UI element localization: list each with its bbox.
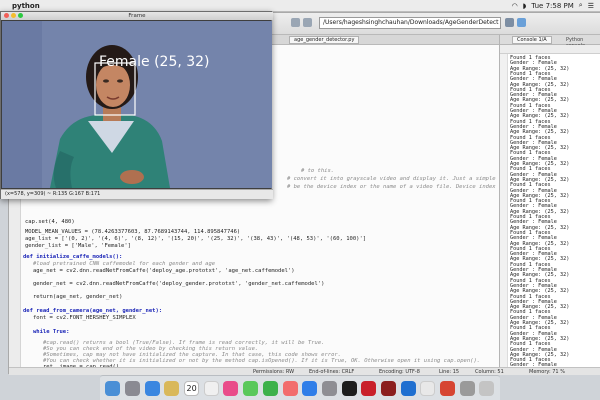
appstore-icon[interactable] (302, 380, 318, 396)
code-line: font = cv2.FONT_HERSHEY_SIMPLEX (33, 315, 136, 321)
code-line: gender_net = cv2.dnn.readNetFromCaffe('d… (33, 281, 325, 287)
code-line: #load pretrained CNN caffemodel for each… (33, 261, 216, 267)
code-line: gender_list = ['Male', 'Female'] (25, 243, 131, 249)
detection-label: Female (25, 32) (99, 54, 210, 70)
console-tabbar: Console 1/A Python console (500, 35, 600, 49)
code-line: MODEL_MEAN_VALUES = (78.4263377603, 87.7… (25, 229, 241, 235)
console-gutter (500, 54, 508, 367)
word-icon[interactable] (400, 380, 416, 396)
minimize-icon[interactable] (11, 13, 16, 18)
status-memory: Memory: 71 % (529, 369, 565, 375)
notes-icon[interactable] (164, 380, 180, 396)
code-line: return(age_net, gender_net) (33, 294, 123, 300)
zoom-icon[interactable] (18, 13, 23, 18)
frame-statusbar: (x=578, y=309) ~ R:135 G:167 B:171 (1, 189, 273, 199)
path-field[interactable]: /Users/hageshsinghchauhan/Downloads/AgeG… (319, 17, 501, 29)
folder-icon[interactable] (505, 18, 514, 27)
code-line: while True: (33, 329, 70, 335)
code-line: def read_from_camera(age_net, gender_net… (23, 308, 163, 314)
dock: 20 (100, 375, 500, 400)
up-arrow-icon[interactable] (517, 18, 526, 27)
app-icon[interactable] (361, 380, 377, 396)
clock[interactable]: Tue 7:58 PM (531, 2, 573, 10)
console-panel: Console 1/A Python console Found 1 faces… (499, 35, 600, 374)
finder-icon[interactable] (105, 380, 121, 396)
folder-icon[interactable] (459, 380, 475, 396)
messages-icon[interactable] (243, 380, 259, 396)
calendar-icon[interactable]: 20 (184, 380, 200, 396)
code-line: age_list = ['(0, 2)', '(4, 6)', '(8, 12)… (25, 236, 367, 242)
volume-icon[interactable]: ◗ (523, 2, 527, 10)
code-line: age_net = cv2.dnn.readNetFromCaffe('depl… (33, 268, 295, 274)
safari-icon[interactable] (144, 380, 160, 396)
settings-icon[interactable] (321, 380, 337, 396)
app-menu[interactable]: python (12, 2, 40, 10)
app-icon[interactable] (380, 380, 396, 396)
powerpoint-icon[interactable] (440, 380, 456, 396)
reminders-icon[interactable] (203, 380, 219, 396)
photos-icon[interactable] (223, 380, 239, 396)
music-icon[interactable] (282, 380, 298, 396)
window-controls[interactable] (4, 13, 23, 18)
frame-title: Frame (128, 13, 146, 19)
frame-window[interactable]: Frame Female (25, 32) (x=578, y=309) ~ R… (0, 11, 273, 199)
video-feed (2, 21, 272, 188)
frame-titlebar[interactable]: Frame (1, 12, 273, 20)
menu-list-icon[interactable]: ☰ (588, 2, 594, 10)
close-icon[interactable] (4, 13, 9, 18)
toolbar-button-icon[interactable] (291, 18, 300, 27)
facetime-icon[interactable] (262, 380, 278, 396)
code-line: # to this. (301, 168, 335, 174)
preview-icon[interactable] (420, 380, 436, 396)
status-bar: Permissions: RW End-of-lines: CRLF Encod… (9, 367, 600, 375)
tab-file[interactable]: age_gender_detector.py (289, 36, 360, 44)
trash-icon[interactable] (479, 380, 495, 396)
launchpad-icon[interactable] (125, 380, 141, 396)
code-line: def initialize_caffe_models(): (23, 254, 123, 260)
video-frame-image (2, 21, 272, 188)
terminal-icon[interactable] (341, 380, 357, 396)
toolbar-button-icon[interactable] (303, 18, 312, 27)
wifi-icon[interactable]: ◠ (512, 2, 518, 10)
console-toolbar (500, 45, 600, 54)
code-line: cap.set(4, 480) (25, 219, 75, 225)
tab-console[interactable]: Console 1/A (512, 36, 552, 44)
search-icon[interactable]: ⌕ (579, 1, 583, 10)
